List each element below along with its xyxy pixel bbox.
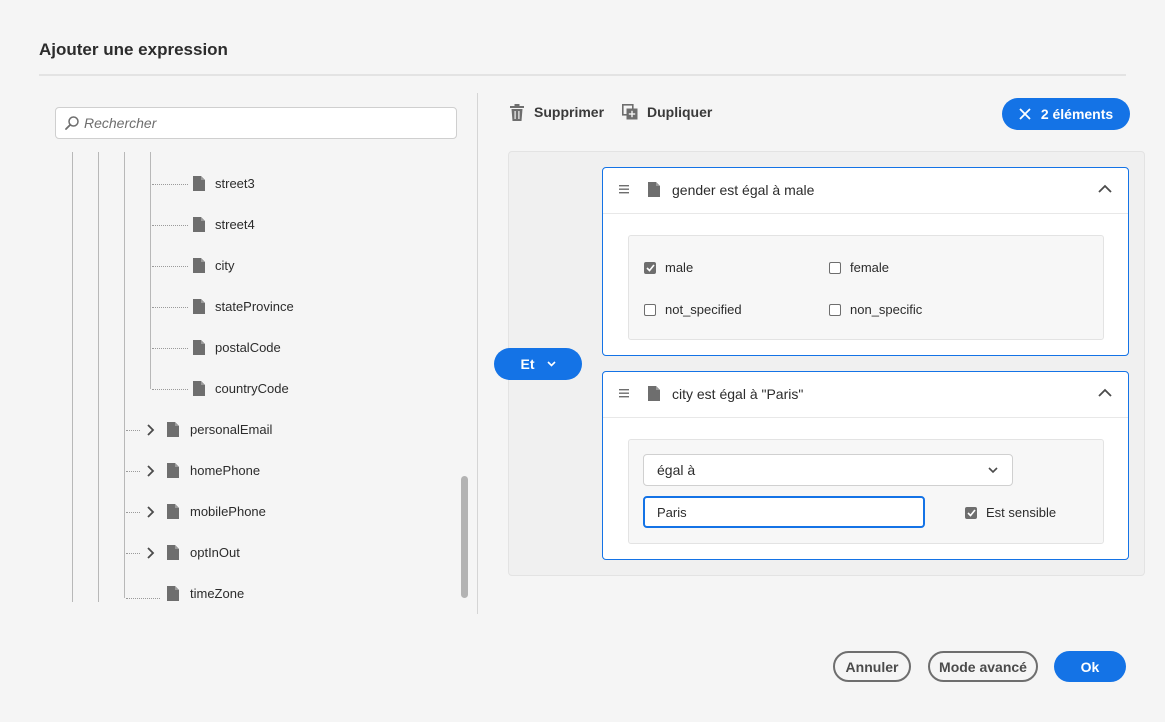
- option-not-specified[interactable]: not_specified: [644, 302, 742, 317]
- file-icon: [167, 463, 179, 478]
- condition-header[interactable]: city est égal à "Paris": [603, 372, 1128, 418]
- tree-scrollbar[interactable]: [461, 476, 468, 598]
- tree-item-label: city: [215, 258, 235, 273]
- case-sensitive-toggle[interactable]: Est sensible: [965, 505, 1056, 520]
- operator-select-value: égal à: [657, 462, 696, 478]
- file-icon: [193, 381, 205, 396]
- checkbox[interactable]: [829, 303, 841, 316]
- file-icon: [167, 545, 179, 560]
- drag-handle-icon[interactable]: [619, 388, 629, 398]
- checkbox-checked[interactable]: [965, 506, 977, 519]
- drag-handle-icon[interactable]: [619, 184, 629, 194]
- delete-button[interactable]: Supprimer: [509, 100, 604, 124]
- advanced-mode-button[interactable]: Mode avancé: [928, 651, 1038, 682]
- chevron-right-icon[interactable]: [144, 546, 158, 560]
- value-input[interactable]: [643, 496, 925, 528]
- chevron-right-icon[interactable]: [144, 464, 158, 478]
- file-icon: [167, 422, 179, 437]
- tree-item-label: timeZone: [190, 586, 245, 601]
- checkbox[interactable]: [829, 261, 841, 274]
- operator-label: Et: [520, 356, 535, 372]
- trash-icon: [510, 103, 524, 121]
- chevron-up-icon[interactable]: [1098, 184, 1112, 194]
- option-label: non_specific: [850, 302, 923, 317]
- operator-dropdown[interactable]: Et: [494, 348, 582, 380]
- tree-guide-line: [150, 152, 151, 389]
- condition-header[interactable]: gender est égal à male: [603, 168, 1128, 214]
- file-icon: [648, 386, 660, 401]
- condition-card-city[interactable]: city est égal à "Paris" égal à Est sensi…: [602, 371, 1129, 560]
- checkbox-checked[interactable]: [644, 261, 656, 274]
- dialog-title: Ajouter une expression: [39, 40, 228, 59]
- duplicate-label: Dupliquer: [647, 104, 713, 120]
- search-input[interactable]: [82, 114, 442, 132]
- checkbox[interactable]: [644, 303, 656, 316]
- option-female[interactable]: female: [829, 260, 889, 275]
- duplicate-button[interactable]: Dupliquer: [622, 100, 712, 124]
- condition-card-gender[interactable]: gender est égal à male male female not_s…: [602, 167, 1129, 356]
- options-panel: male female not_specified non_specific: [628, 235, 1104, 340]
- header-divider: [39, 74, 1126, 76]
- tree-item-label: homePhone: [190, 463, 261, 478]
- delete-label: Supprimer: [534, 104, 605, 120]
- file-icon: [193, 340, 205, 355]
- file-icon: [193, 217, 205, 232]
- file-icon: [193, 176, 205, 191]
- tree-item-label: stateProvince: [215, 299, 294, 314]
- tree-item-label: countryCode: [215, 381, 289, 396]
- duplicate-icon: [622, 104, 638, 120]
- operator-select[interactable]: égal à: [643, 454, 1013, 486]
- chevron-right-icon[interactable]: [144, 505, 158, 519]
- search-icon: [65, 116, 79, 130]
- case-sensitive-label: Est sensible: [986, 505, 1057, 520]
- tree-item-label: postalCode: [215, 340, 281, 355]
- file-icon: [167, 586, 179, 601]
- option-label: female: [850, 260, 890, 275]
- selection-count: 2 éléments: [1040, 106, 1114, 122]
- file-icon: [193, 299, 205, 314]
- tree-guide-line: [124, 152, 125, 598]
- panel-divider: [477, 93, 478, 614]
- ok-button[interactable]: Ok: [1054, 651, 1126, 682]
- chevron-down-icon: [546, 361, 556, 367]
- schema-tree: street3 street4 city stateProvince posta…: [55, 152, 455, 614]
- tree-guide-line: [72, 152, 73, 602]
- file-icon: [193, 258, 205, 273]
- option-label: not_specified: [665, 302, 742, 317]
- tree-item-label: mobilePhone: [190, 504, 266, 519]
- chevron-down-icon: [988, 467, 998, 474]
- option-non-specific[interactable]: non_specific: [829, 302, 922, 317]
- tree-item-label: personalEmail: [190, 422, 273, 437]
- cancel-button[interactable]: Annuler: [833, 651, 911, 682]
- option-label: male: [665, 260, 694, 275]
- file-icon: [167, 504, 179, 519]
- condition-label: gender est égal à male: [672, 182, 815, 198]
- condition-label: city est égal à "Paris": [672, 386, 804, 402]
- tree-item-label: optInOut: [190, 545, 240, 560]
- clear-selection-button[interactable]: 2 éléments: [1002, 98, 1130, 130]
- close-icon: [1019, 108, 1031, 120]
- chevron-right-icon[interactable]: [144, 423, 158, 437]
- tree-guide-line: [98, 152, 99, 602]
- tree-item-label: street3: [215, 176, 255, 191]
- file-icon: [648, 182, 660, 197]
- option-male[interactable]: male: [644, 260, 693, 275]
- tree-item-label: street4: [215, 217, 255, 232]
- search-box[interactable]: [55, 107, 457, 139]
- chevron-up-icon[interactable]: [1098, 388, 1112, 398]
